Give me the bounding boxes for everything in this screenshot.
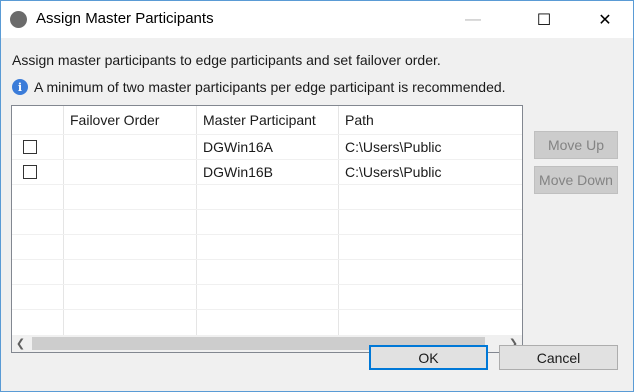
info-icon: i <box>12 79 28 95</box>
participants-table: Failover Order Master Participant Path D… <box>11 105 523 353</box>
maximize-button[interactable]: ☐ <box>521 1 567 38</box>
empty-cell <box>12 210 64 235</box>
failover-order-cell[interactable] <box>64 135 197 160</box>
empty-cell <box>12 260 64 285</box>
window-title: Assign Master Participants <box>36 10 214 27</box>
app-icon <box>10 11 27 28</box>
empty-cell <box>197 310 339 335</box>
move-up-button[interactable]: Move Up <box>534 131 618 159</box>
title-bar: Assign Master Participants — ☐ ✕ <box>1 1 633 38</box>
row-checkbox[interactable] <box>23 165 37 179</box>
info-message: i A minimum of two master participants p… <box>12 79 506 95</box>
empty-cell <box>12 285 64 310</box>
empty-cell <box>64 285 197 310</box>
empty-row <box>12 184 522 210</box>
master-participant-cell: DGWin16B <box>197 160 339 185</box>
column-header-path[interactable]: Path <box>339 106 522 134</box>
scroll-left-icon[interactable]: ❮ <box>12 335 29 352</box>
empty-cell <box>12 235 64 260</box>
minimize-button[interactable]: — <box>450 1 496 38</box>
table-row[interactable]: DGWin16A C:\Users\Public <box>12 134 522 160</box>
table-header: Failover Order Master Participant Path <box>12 106 522 134</box>
empty-row <box>12 209 522 235</box>
column-header-select[interactable] <box>12 106 64 134</box>
empty-cell <box>197 210 339 235</box>
empty-cell <box>12 185 64 210</box>
empty-row <box>12 234 522 260</box>
empty-cell <box>64 185 197 210</box>
description-text: Assign master participants to edge parti… <box>12 52 441 68</box>
empty-cell <box>64 210 197 235</box>
dialog-window: Assign Master Participants — ☐ ✕ Assign … <box>0 0 634 392</box>
select-cell <box>12 135 64 160</box>
empty-row <box>12 309 522 335</box>
empty-cell <box>64 235 197 260</box>
empty-cell <box>12 310 64 335</box>
move-down-button[interactable]: Move Down <box>534 166 618 194</box>
dialog-content: Assign master participants to edge parti… <box>1 38 633 391</box>
empty-cell <box>197 185 339 210</box>
close-button[interactable]: ✕ <box>582 1 628 38</box>
empty-cell <box>197 285 339 310</box>
select-cell <box>12 160 64 185</box>
table-row[interactable]: DGWin16B C:\Users\Public <box>12 159 522 185</box>
empty-cell <box>197 260 339 285</box>
info-text: A minimum of two master participants per… <box>34 79 506 95</box>
ok-button[interactable]: OK <box>369 345 488 370</box>
path-cell: C:\Users\Public <box>345 139 442 155</box>
cancel-button[interactable]: Cancel <box>499 345 618 370</box>
empty-row <box>12 284 522 310</box>
column-header-master-participant[interactable]: Master Participant <box>197 106 339 134</box>
empty-cell <box>197 235 339 260</box>
failover-order-cell[interactable] <box>64 160 197 185</box>
empty-row <box>12 259 522 285</box>
path-cell: C:\Users\Public <box>345 164 442 180</box>
empty-cell <box>64 260 197 285</box>
master-participant-cell: DGWin16A <box>197 135 339 160</box>
row-checkbox[interactable] <box>23 140 37 154</box>
column-header-failover-order[interactable]: Failover Order <box>64 106 197 134</box>
empty-cell <box>64 310 197 335</box>
